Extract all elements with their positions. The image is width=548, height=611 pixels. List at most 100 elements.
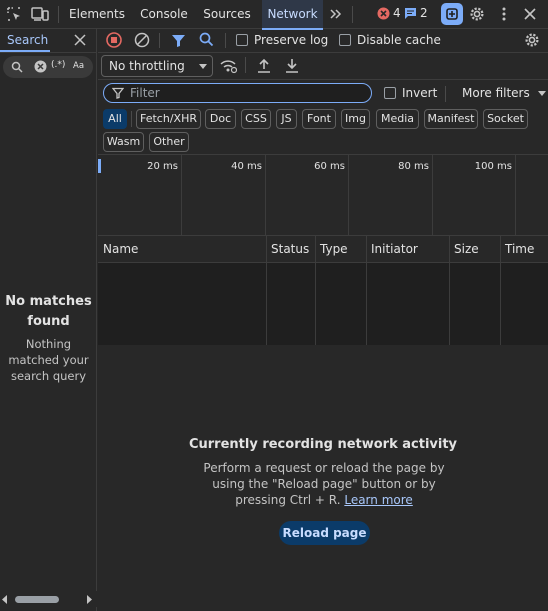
column-divider[interactable]	[366, 236, 367, 345]
grid-line	[348, 155, 349, 236]
chip-all[interactable]: All	[103, 109, 127, 129]
tab-search[interactable]: Search	[0, 29, 68, 52]
devtools-tabbar: Elements Console Sources Network 4 2	[0, 0, 548, 30]
no-matches-text: Nothing matched your search query	[8, 337, 89, 383]
preserve-log-checkbox[interactable]	[236, 34, 248, 46]
toolbar-divider	[445, 86, 446, 102]
more-filters-dropdown[interactable]: More filters	[462, 86, 546, 100]
no-matches-title: No matches found	[5, 294, 92, 329]
column-name[interactable]: Name	[98, 236, 138, 263]
regex-toggle[interactable]: (.*)	[51, 60, 65, 70]
toolbar-divider	[58, 6, 59, 23]
chip-media[interactable]: Media	[376, 109, 419, 129]
filter-field[interactable]	[103, 83, 372, 103]
column-size[interactable]: Size	[449, 236, 479, 263]
grid-line	[265, 155, 266, 236]
search-network-icon[interactable]	[199, 32, 214, 47]
preserve-log-label: Preserve log	[254, 33, 329, 47]
search-icon	[11, 61, 23, 73]
more-tabs-chevron-icon[interactable]	[326, 4, 346, 24]
chip-wasm[interactable]: Wasm	[103, 132, 144, 152]
toolbar-divider	[245, 57, 246, 73]
chip-img[interactable]: Img	[341, 109, 370, 129]
inspect-element-icon[interactable]	[4, 4, 24, 24]
chip-divider	[131, 111, 132, 127]
chip-socket[interactable]: Socket	[483, 109, 528, 129]
search-input[interactable]: (.*) Aa	[3, 56, 93, 78]
column-divider[interactable]	[500, 236, 501, 345]
tab-network[interactable]: Network	[262, 0, 323, 30]
messages-badge[interactable]: 2	[404, 6, 428, 20]
horizontal-scrollbar[interactable]	[0, 591, 97, 607]
column-divider[interactable]	[266, 236, 267, 345]
column-time[interactable]: Time	[500, 236, 534, 263]
filter-input[interactable]	[130, 85, 360, 101]
chip-manifest[interactable]: Manifest	[424, 109, 478, 129]
more-filters-label: More filters	[462, 86, 530, 100]
timeline-tick: 40 ms	[231, 161, 262, 172]
tab-elements[interactable]: Elements	[64, 0, 130, 29]
network-conditions-icon[interactable]	[219, 58, 237, 74]
grid-line	[515, 155, 516, 236]
message-icon	[405, 7, 416, 19]
grid-line	[432, 155, 433, 236]
more-options-kebab-icon[interactable]	[494, 4, 514, 24]
divider	[98, 52, 548, 53]
column-initiator[interactable]: Initiator	[366, 236, 418, 263]
column-divider[interactable]	[315, 236, 316, 345]
messages-count: 2	[420, 6, 428, 20]
timeline-tick: 60 ms	[314, 161, 345, 172]
filter-toggle-icon[interactable]	[171, 33, 186, 48]
network-settings-gear-icon[interactable]	[524, 32, 540, 48]
scroll-right-icon[interactable]	[86, 595, 92, 604]
chip-fetch-xhr[interactable]: Fetch/XHR	[136, 109, 201, 129]
disable-cache-checkbox[interactable]	[339, 34, 351, 46]
settings-gear-icon[interactable]	[467, 4, 487, 24]
grid-line	[181, 155, 182, 236]
import-har-icon[interactable]	[257, 58, 271, 73]
tab-sources[interactable]: Sources	[198, 0, 256, 29]
errors-count: 4	[393, 6, 401, 20]
divider	[0, 52, 97, 53]
clear-search-icon[interactable]	[34, 60, 47, 73]
chip-other[interactable]: Other	[149, 132, 189, 152]
record-stop-icon[interactable]	[106, 32, 122, 48]
clear-log-icon[interactable]	[134, 32, 150, 48]
recording-description: Perform a request or reload the page by …	[190, 460, 458, 508]
ai-assistance-icon[interactable]	[441, 3, 463, 25]
timeline-tick: 100 ms	[474, 161, 512, 172]
scroll-left-icon[interactable]	[2, 595, 8, 604]
search-drawer: Search (.*) Aa No matches found Nothing …	[0, 29, 97, 611]
error-icon	[377, 7, 390, 19]
learn-more-link[interactable]: Learn more	[344, 493, 412, 507]
match-case-toggle[interactable]: Aa	[73, 61, 84, 71]
column-status[interactable]: Status	[266, 236, 309, 263]
column-divider[interactable]	[449, 236, 450, 345]
chip-css[interactable]: CSS	[241, 109, 271, 129]
recording-title: Currently recording network activity	[188, 437, 458, 452]
close-devtools-icon[interactable]	[520, 4, 540, 24]
timeline-overview[interactable]: 20 ms 40 ms 60 ms 80 ms 100 ms	[98, 154, 548, 236]
chip-doc[interactable]: Doc	[205, 109, 236, 129]
toolbar-divider	[225, 33, 226, 48]
timeline-tick: 20 ms	[147, 161, 178, 172]
export-har-icon[interactable]	[285, 58, 299, 73]
timeline-cursor	[98, 159, 101, 173]
errors-badge[interactable]: 4	[377, 6, 401, 20]
invert-checkbox[interactable]	[384, 87, 396, 99]
disable-cache-label: Disable cache	[357, 33, 441, 47]
table-header: Name Status Type Initiator Size Time	[98, 236, 548, 263]
tab-console[interactable]: Console	[134, 0, 194, 29]
chip-font[interactable]: Font	[302, 109, 336, 129]
filter-icon	[112, 87, 124, 99]
chip-js[interactable]: JS	[276, 109, 297, 129]
invert-label: Invert	[402, 86, 438, 100]
device-toolbar-icon[interactable]	[30, 4, 50, 24]
chevron-down-icon	[537, 90, 546, 96]
throttling-select[interactable]: No throttling	[101, 55, 213, 77]
scrollbar-thumb[interactable]	[15, 596, 59, 603]
reload-page-button[interactable]: Reload page	[279, 521, 370, 545]
requests-table-body	[98, 263, 548, 345]
close-search-icon[interactable]	[74, 34, 86, 46]
column-type[interactable]: Type	[315, 236, 348, 263]
